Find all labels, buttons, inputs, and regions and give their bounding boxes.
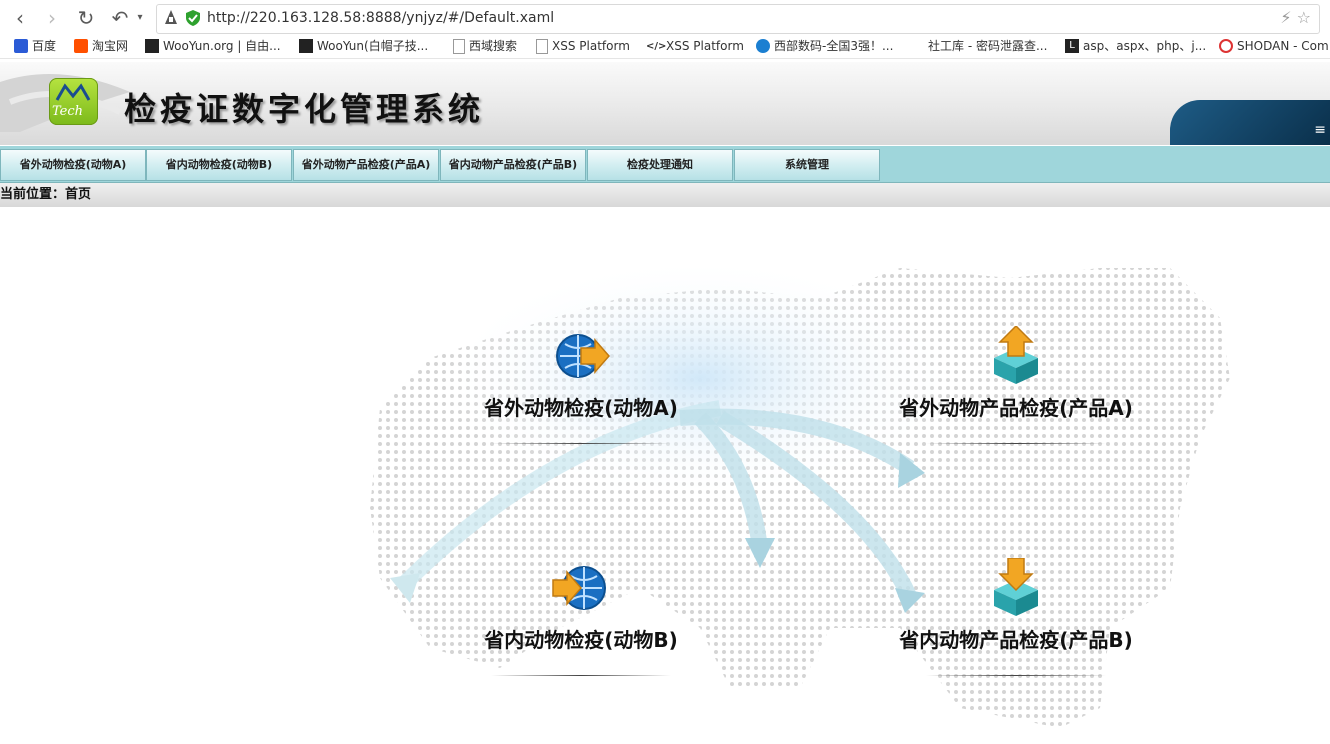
tile-divider [926, 443, 1106, 444]
code-icon: </> [646, 41, 667, 52]
back-icon[interactable]: ‹ [8, 6, 32, 30]
bookmark-xss-2[interactable]: </> XSS Platform [646, 38, 744, 54]
bookmark-xiyu[interactable]: 西域搜索 [453, 38, 517, 54]
wooyun-icon [145, 39, 159, 53]
chevron-down-icon[interactable]: ▾ [128, 6, 152, 30]
tab-system-admin[interactable]: 系统管理 [734, 149, 880, 181]
tile-label: 省外动物产品检疫(产品A) [899, 396, 1133, 420]
wooyun-icon [299, 39, 313, 53]
tile-animal-a[interactable]: 省外动物检疫(动物A) [461, 326, 701, 444]
app-logo: Tech [49, 78, 98, 125]
bookmark-taobao[interactable]: 淘宝网 [74, 38, 128, 54]
main-content: 省外动物检疫(动物A) 省外动物产品检疫(产品A) 省内动物检疫(动物B) 省内… [0, 208, 1330, 744]
bookmarks-bar: 百度 淘宝网 WooYun.org | 自由... WooYun(白帽子技...… [0, 36, 1330, 59]
page-icon [453, 38, 465, 54]
tile-label: 省外动物检疫(动物A) [484, 396, 678, 420]
bookmark-asp[interactable]: L asp、aspx、php、j... [1065, 38, 1206, 54]
bookmark-wooyun-1[interactable]: WooYun.org | 自由... [145, 38, 281, 54]
star-icon[interactable]: ⚡ ☆ [1280, 8, 1311, 27]
tab-product-b[interactable]: 省内动物产品检疫(产品B) [440, 149, 586, 181]
tab-quarantine-notice[interactable]: 检疫处理通知 [587, 149, 733, 181]
tab-animal-a[interactable]: 省外动物检疫(动物A) [0, 149, 146, 181]
bookmark-xss-1[interactable]: XSS Platform [536, 38, 630, 54]
header-corner-decoration: ≡ [1170, 100, 1330, 145]
tab-product-a[interactable]: 省外动物产品检疫(产品A) [293, 149, 439, 181]
box-upload-icon [994, 326, 1038, 384]
app-header: Tech 检疫证数字化管理系统 ≡ [0, 62, 1330, 145]
tile-divider [491, 443, 671, 444]
westcn-icon [756, 39, 770, 53]
paw-icon [14, 39, 28, 53]
l-icon: L [1065, 39, 1079, 53]
tile-label: 省内动物产品检疫(产品B) [899, 628, 1133, 652]
tile-divider [491, 675, 671, 676]
tile-product-a[interactable]: 省外动物产品检疫(产品A) [896, 326, 1136, 444]
globe-arrow-out-icon [556, 334, 610, 378]
taobao-icon [74, 39, 88, 53]
security-icon [165, 10, 177, 24]
logo-text: Tech [52, 104, 84, 119]
bookmark-westcn[interactable]: 西部数码-全国3强！... [756, 38, 893, 54]
url-text[interactable]: http://220.163.128.58:8888/ynjyz/#/Defau… [207, 10, 554, 26]
reload-icon[interactable]: ↻ [74, 6, 98, 30]
tab-animal-b[interactable]: 省内动物检疫(动物B) [146, 149, 292, 181]
globe-arrow-in-icon [552, 566, 606, 610]
bookmark-wooyun-2[interactable]: WooYun(白帽子技... [299, 38, 428, 54]
tile-label: 省内动物检疫(动物B) [484, 628, 678, 652]
page-icon [536, 38, 548, 54]
forward-icon[interactable]: › [40, 6, 64, 30]
box-download-icon [994, 558, 1038, 616]
tile-product-b[interactable]: 省内动物产品检疫(产品B) [896, 558, 1136, 676]
browser-toolbar: ‹ › ↻ ↶ ▾ http://220.163.128.58:8888/ynj… [0, 0, 1330, 36]
breadcrumb: 当前位置：首页 [0, 183, 1330, 207]
tile-animal-b[interactable]: 省内动物检疫(动物B) [461, 558, 701, 676]
bookmark-shodan[interactable]: SHODAN - Com [1219, 38, 1329, 54]
shield-icon [186, 10, 200, 26]
bookmark-sgk[interactable]: 社工库 - 密码泄露查... [928, 38, 1047, 54]
page-title: 检疫证数字化管理系统 [124, 90, 485, 128]
shodan-icon [1219, 39, 1233, 53]
main-nav: 省外动物检疫(动物A) 省内动物检疫(动物B) 省外动物产品检疫(产品A) 省内… [0, 146, 1330, 183]
logo-mark-icon [55, 83, 91, 101]
address-bar[interactable]: http://220.163.128.58:8888/ynjyz/#/Defau… [156, 4, 1320, 34]
tile-divider [926, 675, 1106, 676]
bookmark-baidu[interactable]: 百度 [14, 38, 56, 54]
menu-icon[interactable]: ≡ [1314, 122, 1326, 138]
